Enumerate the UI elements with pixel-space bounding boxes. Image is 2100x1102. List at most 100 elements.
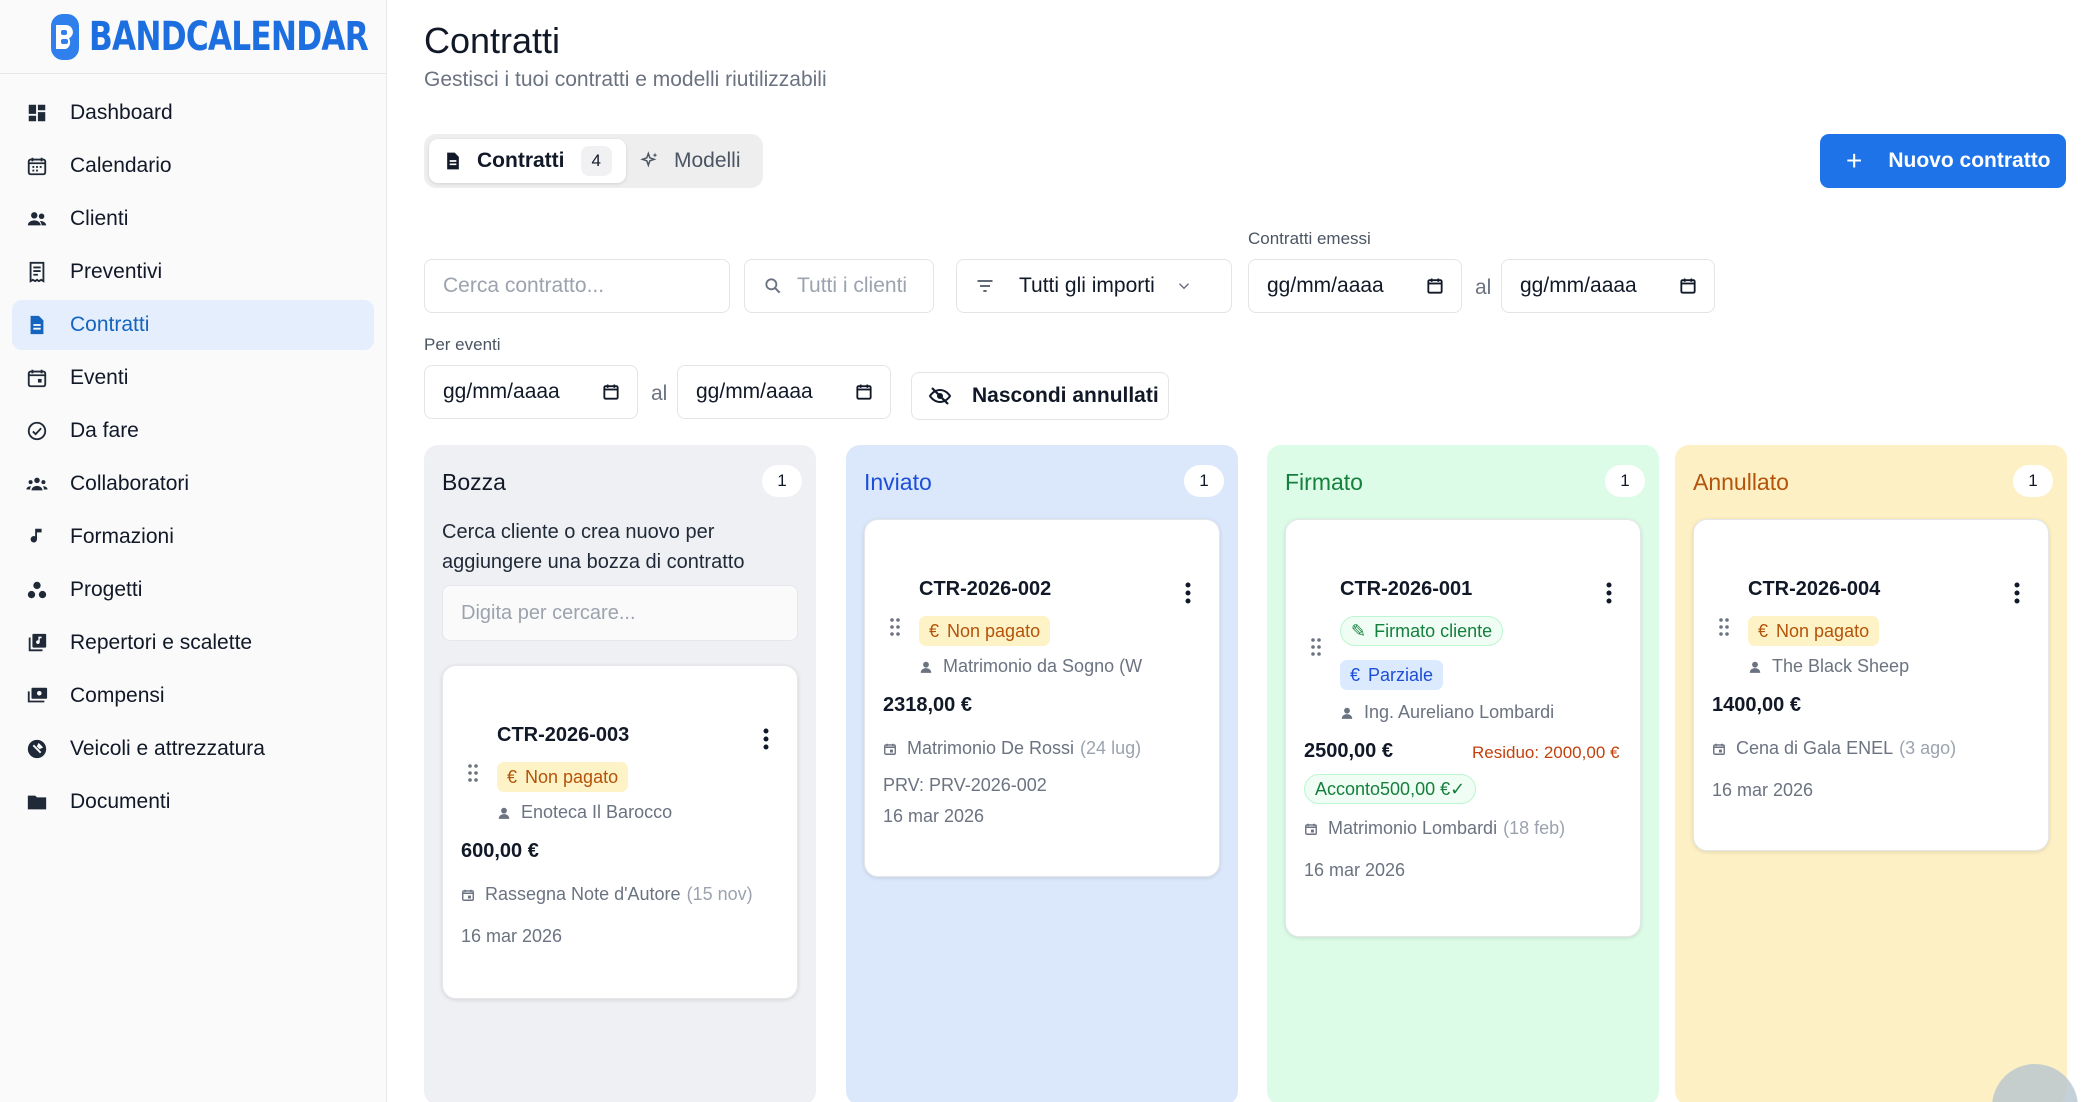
contract-card[interactable]: CTR-2026-001 ✎ Firmato cliente € Parzial… <box>1285 519 1641 937</box>
tools-icon <box>26 738 48 760</box>
tab-label: Modelli <box>673 149 741 172</box>
date-placeholder: gg/mm/aaaa <box>696 380 813 403</box>
payments-icon <box>26 685 48 707</box>
client-name: Ing. Aureliano Lombardi <box>1364 702 1555 722</box>
more-vert-icon[interactable] <box>1185 582 1191 604</box>
contract-card[interactable]: CTR-2026-003 € Non pagato Enoteca Il Bar… <box>442 665 798 999</box>
residual-amount: Residuo: 2000,00 € <box>1472 743 1620 762</box>
column-count: 1 <box>1605 465 1645 497</box>
sidebar-item-label: Eventi <box>70 366 129 389</box>
euro-icon: € <box>1758 620 1769 641</box>
signed-status-badge: ✎ Firmato cliente <box>1340 616 1504 646</box>
column-annullato: Annullato 1 CTR-2026-004 € Non pagato Th… <box>1675 445 2067 1102</box>
sidebar-item-collaboratori[interactable]: Collaboratori <box>12 459 374 509</box>
event-name: Matrimonio De Rossi <box>907 738 1075 758</box>
contract-amount: 1400,00 € <box>1712 694 1801 716</box>
event-icon <box>884 743 896 755</box>
check-circle-icon <box>26 420 48 442</box>
app-logo[interactable]: BANDCALENDAR <box>0 0 386 74</box>
sidebar-item-label: Contratti <box>70 313 150 336</box>
tab-count-badge: 4 <box>580 146 612 176</box>
issued-to-date[interactable]: gg/mm/aaaa <box>1501 259 1715 313</box>
client-name: Matrimonio da Sogno (W <box>943 656 1143 676</box>
drag-handle-icon[interactable] <box>1310 637 1322 657</box>
quote-reference: PRV: PRV-2026-002 <box>883 775 1047 795</box>
filter-icon <box>977 280 993 292</box>
contract-card[interactable]: CTR-2026-004 € Non pagato The Black Shee… <box>1693 519 2049 851</box>
logo-icon <box>51 13 79 60</box>
contract-amount: 2318,00 € <box>883 694 972 716</box>
drag-handle-icon[interactable] <box>889 617 901 637</box>
event-icon <box>1713 743 1725 755</box>
signature-icon: ✎ <box>1351 620 1367 641</box>
calendar-icon <box>1427 278 1443 294</box>
contract-id: CTR-2026-003 <box>497 724 630 746</box>
sidebar-item-label: Documenti <box>70 790 171 813</box>
new-contract-button[interactable]: + Nuovo contratto <box>1820 134 2066 188</box>
sidebar-item-progetti[interactable]: Progetti <box>12 565 374 615</box>
search-contract-input[interactable]: Cerca contratto... <box>424 259 730 313</box>
issued-from-date[interactable]: gg/mm/aaaa <box>1248 259 1462 313</box>
sidebar-item-label: Calendario <box>70 154 172 177</box>
more-vert-icon[interactable] <box>1606 582 1612 604</box>
sidebar-item-eventi[interactable]: Eventi <box>12 353 374 403</box>
payment-status-badge: € Non pagato <box>497 762 629 792</box>
clients-placeholder: Tutti i clienti <box>797 274 908 297</box>
sidebar-item-repertori[interactable]: Repertori e scalette <box>12 618 374 668</box>
tab-label: Contratti <box>477 149 565 172</box>
tab-modelli[interactable]: Modelli <box>626 139 755 183</box>
sidebar-item-documenti[interactable]: Documenti <box>12 777 374 827</box>
clients-filter[interactable]: Tutti i clienti <box>744 259 934 313</box>
contract-date: 16 mar 2026 <box>883 806 985 826</box>
sidebar-nav: Dashboard Calendario Clienti Preventivi … <box>0 74 386 844</box>
calendar-icon <box>26 155 48 177</box>
sidebar-item-calendario[interactable]: Calendario <box>12 141 374 191</box>
tab-contratti[interactable]: Contratti 4 <box>429 139 626 183</box>
events-from-date[interactable]: gg/mm/aaaa <box>424 365 638 419</box>
payment-status-label: Non pagato <box>525 766 619 787</box>
library-music-icon <box>26 632 48 654</box>
sidebar-item-label: Compensi <box>70 684 165 707</box>
payment-status-badge: € Parziale <box>1340 660 1444 690</box>
amount-filter-select[interactable]: Tutti gli importi <box>956 259 1232 313</box>
hide-cancelled-label: Nascondi annullati <box>972 384 1159 407</box>
sidebar-item-label: Formazioni <box>70 525 174 548</box>
events-label: Per eventi <box>424 335 501 354</box>
deposit-badge: Acconto500,00 €✓ <box>1304 774 1477 804</box>
drag-handle-icon[interactable] <box>467 763 479 783</box>
event-name: Matrimonio Lombardi <box>1328 818 1498 838</box>
sidebar-item-preventivi[interactable]: Preventivi <box>12 247 374 297</box>
more-vert-icon[interactable] <box>763 728 769 750</box>
contract-id: CTR-2026-001 <box>1340 578 1473 600</box>
event-date: (3 ago) <box>1899 738 1957 758</box>
payment-status-badge: € Non pagato <box>919 616 1051 646</box>
draft-hint: Cerca cliente o crea nuovo per aggiunger… <box>442 521 745 573</box>
sidebar-item-dashboard[interactable]: Dashboard <box>12 88 374 138</box>
client-name: The Black Sheep <box>1772 656 1910 676</box>
hide-cancelled-button[interactable]: Nascondi annullati <box>911 372 1169 420</box>
sidebar-item-label: Da fare <box>70 419 139 442</box>
sidebar-item-clienti[interactable]: Clienti <box>12 194 374 244</box>
drag-handle-icon[interactable] <box>1718 617 1730 637</box>
contract-amount: 2500,00 € <box>1304 740 1393 762</box>
draft-client-search-input[interactable]: Digita per cercare... <box>442 585 798 641</box>
sidebar-item-contratti[interactable]: Contratti <box>12 300 374 350</box>
sidebar-item-da-fare[interactable]: Da fare <box>12 406 374 456</box>
page-title: Contratti <box>424 20 561 61</box>
more-vert-icon[interactable] <box>2014 582 2020 604</box>
contract-card[interactable]: CTR-2026-002 € Non pagato Matrimonio da … <box>864 519 1220 877</box>
sidebar-item-formazioni[interactable]: Formazioni <box>12 512 374 562</box>
event-date: (24 lug) <box>1080 738 1142 758</box>
sidebar-item-veicoli[interactable]: Veicoli e attrezzatura <box>12 724 374 774</box>
person-icon <box>1341 707 1353 719</box>
contract-date: 16 mar 2026 <box>1304 860 1406 880</box>
sidebar-item-compensi[interactable]: Compensi <box>12 671 374 721</box>
contract-id: CTR-2026-004 <box>1748 578 1881 600</box>
contract-date: 16 mar 2026 <box>1712 780 1814 800</box>
event-line: Cena di Gala ENEL (3 ago) <box>1712 738 1956 759</box>
payment-status-label: Non pagato <box>1776 620 1870 641</box>
client-line: The Black Sheep <box>1748 656 1909 677</box>
events-to-date[interactable]: gg/mm/aaaa <box>677 365 891 419</box>
column-count: 1 <box>2013 465 2053 497</box>
page-subtitle: Gestisci i tuoi contratti e modelli riut… <box>424 68 827 91</box>
